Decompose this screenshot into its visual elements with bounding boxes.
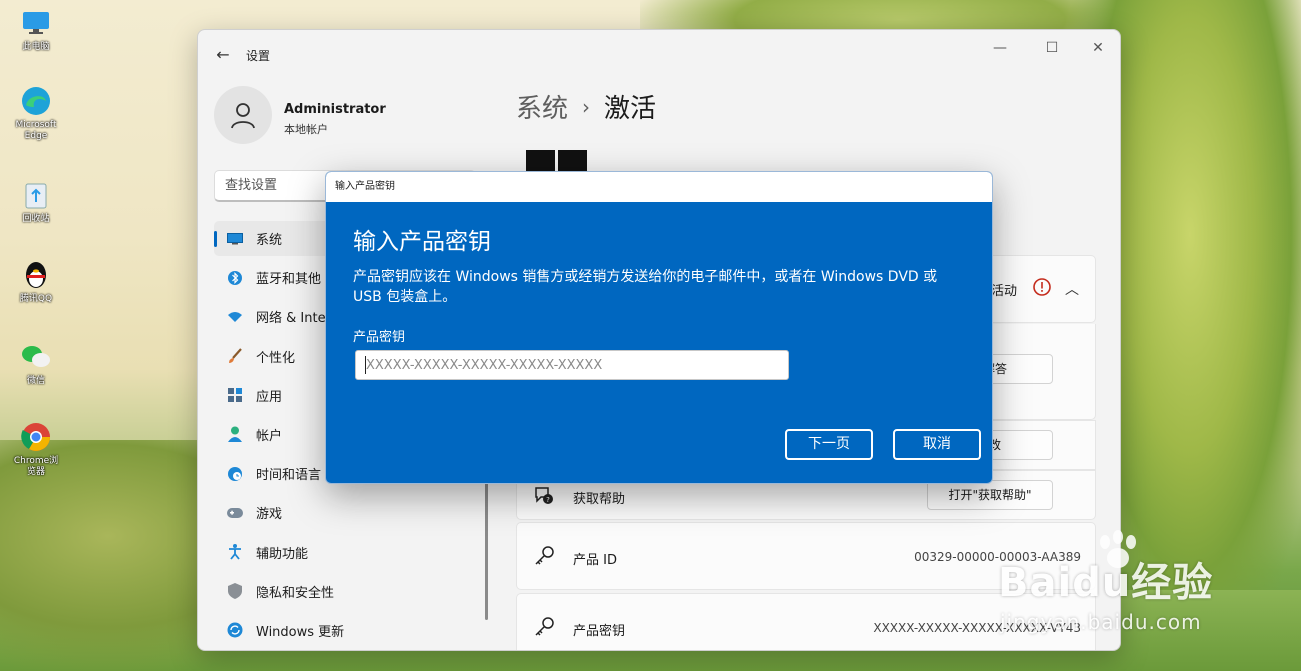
sidebar-item-label: 辅助功能 bbox=[256, 546, 309, 562]
sidebar-item-label: Windows 更新 bbox=[256, 624, 345, 640]
desktop-icon-qq[interactable]: 腾讯QQ bbox=[10, 258, 62, 305]
warning-icon bbox=[1033, 278, 1051, 296]
baidu-watermark: Baidu经验 jingyan.baidu.com bbox=[998, 530, 1238, 640]
watermark-url: jingyan.baidu.com bbox=[1000, 610, 1202, 634]
sidebar-item-label: 个性化 bbox=[256, 350, 296, 366]
monitor-icon bbox=[19, 6, 53, 40]
sidebar-item-label: 时间和语言 bbox=[256, 468, 322, 484]
gamepad-icon bbox=[226, 504, 244, 522]
bluetooth-icon bbox=[226, 269, 244, 287]
person-icon bbox=[226, 425, 244, 443]
desktop-icon-chrome[interactable]: Chrome浏览器 bbox=[10, 420, 62, 478]
user-profile[interactable]: Administrator 本地帐户 bbox=[214, 86, 474, 148]
accessibility-icon bbox=[226, 543, 244, 561]
minimize-button[interactable]: — bbox=[980, 38, 1020, 58]
shield-icon bbox=[226, 582, 244, 600]
breadcrumb: 系统 › 激活 bbox=[516, 88, 656, 125]
next-button[interactable]: 下一页 bbox=[785, 429, 873, 460]
chevron-right-icon: › bbox=[582, 94, 591, 119]
dialog-heading: 输入产品密钥 bbox=[353, 229, 491, 255]
back-button[interactable]: ← bbox=[212, 44, 234, 66]
brush-icon bbox=[226, 347, 244, 365]
get-help-title: 获取帮助 bbox=[573, 492, 626, 507]
user-account-type: 本地帐户 bbox=[284, 123, 328, 136]
avatar bbox=[214, 86, 272, 144]
dialog-description: 产品密钥应该在 Windows 销售方或经销方发送给你的电子邮件中，或者在 Wi… bbox=[353, 269, 938, 305]
sidebar-item-accessibility[interactable]: 辅助功能 bbox=[214, 535, 476, 570]
maximize-icon: ☐ bbox=[1045, 40, 1059, 56]
svg-text:?: ? bbox=[546, 496, 550, 504]
clock-globe-icon bbox=[226, 465, 244, 483]
wifi-icon bbox=[226, 308, 244, 326]
product-key-label: 产品密钥 bbox=[353, 330, 406, 345]
edge-icon bbox=[19, 84, 53, 118]
window-title: 设置 bbox=[246, 49, 271, 63]
settings-titlebar: ← 设置 — ☐ ✕ bbox=[198, 30, 1120, 78]
key-icon bbox=[533, 545, 557, 569]
monitor-icon bbox=[226, 230, 244, 248]
desktop-icon-wechat[interactable]: 微信 bbox=[10, 340, 62, 387]
arrow-left-icon: ← bbox=[216, 45, 230, 64]
maximize-button[interactable]: ☐ bbox=[1032, 38, 1072, 58]
apps-icon bbox=[226, 386, 244, 404]
update-icon bbox=[226, 621, 244, 639]
user-name: Administrator bbox=[284, 102, 386, 117]
desktop-icon-recycle-bin[interactable]: 回收站 bbox=[10, 178, 62, 225]
desktop-icon-this-pc[interactable]: 此电脑 bbox=[10, 6, 62, 53]
sidebar-item-label: 网络 & Inte bbox=[256, 311, 326, 327]
sidebar-item-label: 系统 bbox=[256, 233, 283, 248]
text-caret bbox=[365, 356, 366, 374]
sidebar-item-label: 隐私和安全性 bbox=[256, 585, 335, 601]
help-chat-icon: ? bbox=[533, 484, 557, 508]
dialog-titlebar: 输入产品密钥 bbox=[326, 172, 992, 202]
sidebar-item-label: 蓝牙和其他 bbox=[256, 272, 322, 288]
product-key-title: 产品密钥 bbox=[573, 624, 626, 639]
recycle-bin-icon bbox=[19, 178, 53, 212]
sidebar-item-label: 应用 bbox=[256, 389, 283, 405]
activation-state-text: 活动 bbox=[990, 284, 1017, 299]
product-id-title: 产品 ID bbox=[573, 553, 617, 568]
qq-penguin-icon bbox=[19, 258, 53, 292]
chevron-up-icon[interactable]: ︿ bbox=[1065, 279, 1079, 299]
breadcrumb-parent[interactable]: 系统 bbox=[516, 88, 568, 125]
page-title: 激活 bbox=[604, 94, 657, 124]
minimize-icon: — bbox=[993, 40, 1007, 56]
key-icon bbox=[533, 616, 557, 640]
sidebar-item-privacy-security[interactable]: 隐私和安全性 bbox=[214, 574, 476, 609]
person-icon bbox=[231, 103, 255, 129]
close-icon: ✕ bbox=[1092, 40, 1104, 56]
sidebar-item-label: 帐户 bbox=[256, 428, 283, 444]
chrome-icon bbox=[19, 420, 53, 454]
desktop-icon-edge[interactable]: Microsoft Edge bbox=[10, 84, 62, 142]
sidebar-item-windows-update[interactable]: Windows 更新 bbox=[214, 613, 476, 648]
wechat-icon bbox=[19, 340, 53, 374]
product-key-input[interactable] bbox=[355, 350, 789, 380]
product-key-dialog: 输入产品密钥 输入产品密钥 产品密钥应该在 Windows 销售方或经销方发送给… bbox=[325, 171, 993, 484]
open-get-help-button[interactable]: 打开"获取帮助" bbox=[927, 480, 1053, 510]
cancel-button[interactable]: 取消 bbox=[893, 429, 981, 460]
sidebar-item-label: 游戏 bbox=[256, 507, 283, 523]
sidebar-item-gaming[interactable]: 游戏 bbox=[214, 495, 476, 530]
close-button[interactable]: ✕ bbox=[1078, 38, 1118, 58]
watermark-main-text: Baidu经验 bbox=[998, 560, 1214, 606]
